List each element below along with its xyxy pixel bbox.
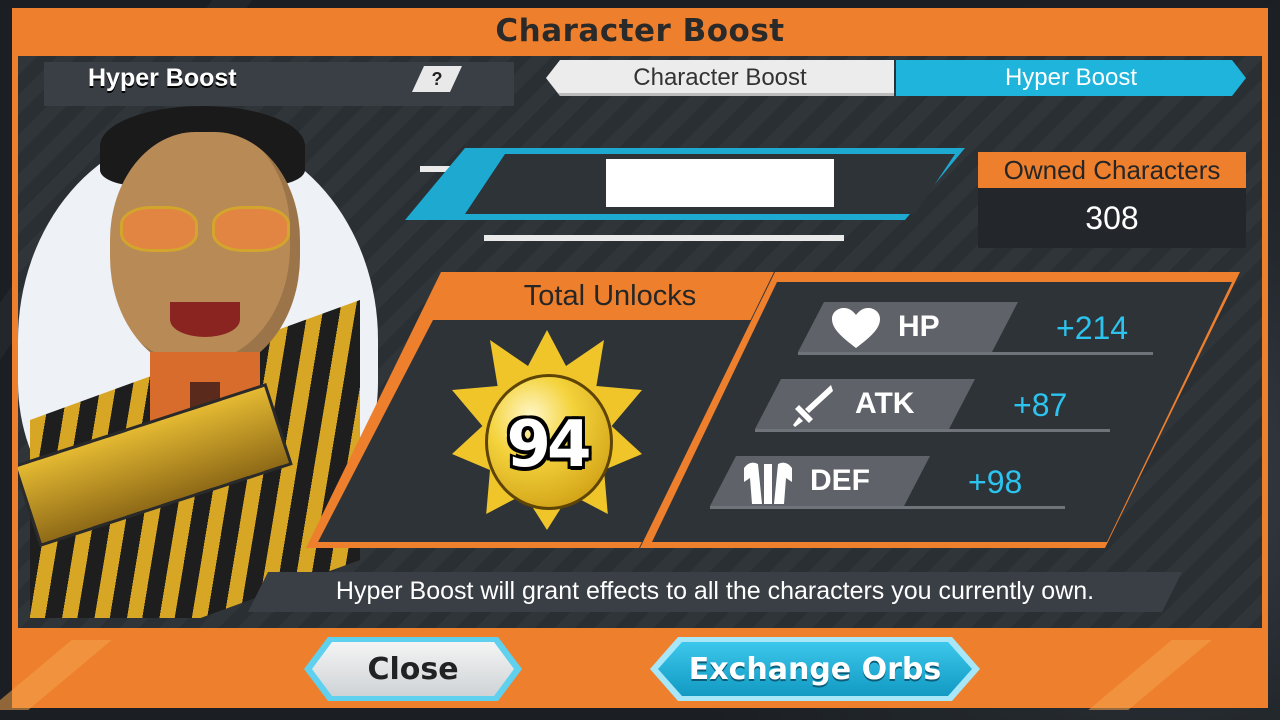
- close-button[interactable]: Close: [312, 642, 514, 696]
- stat-label: DEF: [810, 464, 870, 497]
- stat-underline: [710, 506, 1065, 509]
- stat-label: HP: [898, 310, 940, 343]
- sword-icon: [785, 383, 841, 427]
- stat-value: +98: [968, 464, 1023, 500]
- stat-value: +214: [1056, 310, 1129, 346]
- exchange-orbs-button[interactable]: Exchange Orbs: [658, 642, 972, 696]
- total-unlocks-label: Total Unlocks: [523, 280, 697, 312]
- tab-hyper-boost[interactable]: Hyper Boost: [896, 60, 1246, 96]
- tab-character-boost[interactable]: Character Boost: [546, 60, 894, 96]
- armor-icon: [740, 460, 796, 504]
- stat-value: +87: [1013, 387, 1068, 423]
- title-bar: Character Boost: [12, 8, 1268, 54]
- portrait-mouth: [170, 302, 240, 337]
- glasses-lens: [120, 206, 198, 252]
- name-panel-accent: [484, 235, 844, 241]
- stat-underline: [755, 429, 1110, 432]
- unlock-badge: 94: [452, 330, 642, 530]
- stat-underline: [798, 352, 1153, 355]
- stat-label: ATK: [855, 387, 915, 420]
- glasses-lens: [212, 206, 290, 252]
- modal-title: Character Boost: [495, 13, 785, 49]
- owned-characters-value: 308: [978, 188, 1246, 248]
- tab-label: Hyper Boost: [1004, 64, 1138, 91]
- redacted-name: [606, 159, 834, 207]
- tab-label: Character Boost: [633, 64, 807, 91]
- info-message: Hyper Boost will grant effects to all th…: [335, 577, 1095, 605]
- portrait-glasses: [120, 206, 290, 252]
- total-unlocks-value: 94: [506, 408, 591, 482]
- owned-characters-label: Owned Characters: [978, 152, 1246, 188]
- heart-icon: [828, 306, 884, 350]
- tab-bar: Character Boost Hyper Boost: [546, 60, 1246, 96]
- section-title: Hyper Boost: [88, 64, 237, 92]
